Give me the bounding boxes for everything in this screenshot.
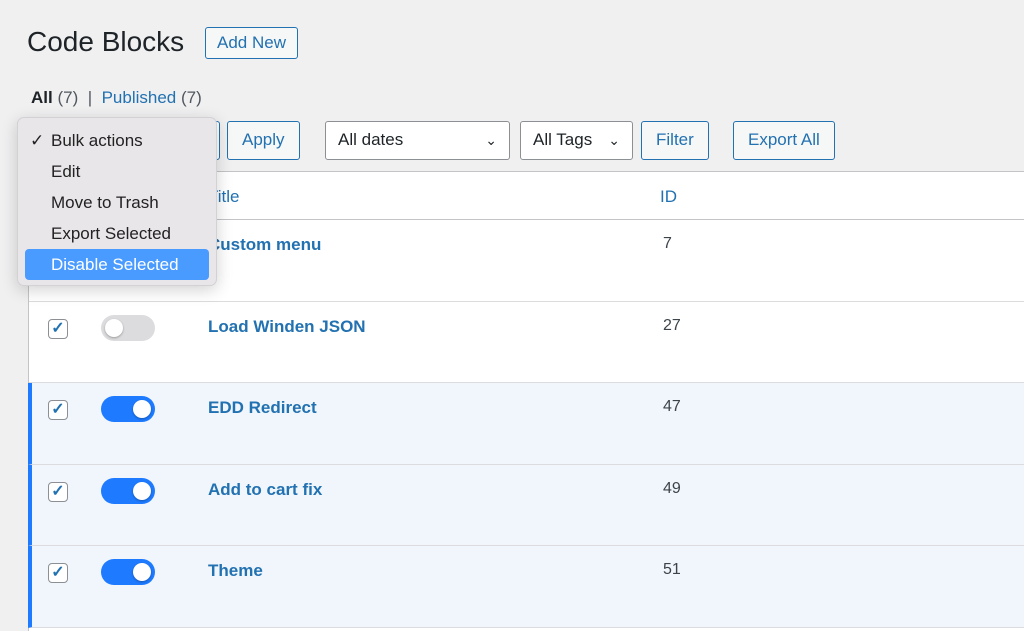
tags-value: All Tags [533, 130, 593, 149]
row-title-link[interactable]: Custom menu [208, 235, 321, 255]
bulk-actions-dropdown: ✓ Bulk actions Edit Move to Trash Export … [17, 117, 217, 286]
row-title-link[interactable]: Load Winden JSON [208, 317, 366, 337]
menu-item-bulk-actions[interactable]: ✓ Bulk actions [25, 125, 209, 156]
published-count: (7) [180, 88, 202, 107]
menu-item-move-to-trash[interactable]: Move to Trash [25, 187, 209, 218]
row-checkbox[interactable]: ✓ [48, 481, 68, 502]
dates-value: All dates [338, 130, 404, 149]
page-title: Code Blocks [27, 26, 185, 57]
row-id: 49 [663, 479, 681, 497]
chevron-down-icon: ⌄ [608, 132, 620, 148]
apply-button[interactable]: Apply [227, 121, 300, 160]
enable-toggle[interactable] [101, 477, 155, 504]
filter-published[interactable]: Published [102, 88, 177, 107]
separator: | [87, 88, 93, 107]
tags-select[interactable]: All Tags ⌄ [520, 121, 633, 160]
enable-toggle[interactable] [101, 314, 155, 341]
menu-item-disable-selected[interactable]: Disable Selected [25, 249, 209, 280]
export-all-button[interactable]: Export All [733, 121, 835, 160]
row-id: 27 [663, 316, 681, 334]
row-title-link[interactable]: EDD Redirect [208, 398, 317, 418]
menu-item-edit[interactable]: Edit [25, 156, 209, 187]
row-title-link[interactable]: Theme [208, 561, 263, 581]
checkmark-icon: ✓ [30, 131, 45, 150]
chevron-down-icon: ⌄ [485, 132, 497, 148]
table-row: ✓ Theme 51 [28, 546, 1024, 628]
table-row: ✓ Load Winden JSON 27 [29, 302, 1024, 383]
table-row: ✓ EDD Redirect 47 [28, 383, 1024, 465]
row-title-link[interactable]: Add to cart fix [208, 480, 322, 500]
filter-all[interactable]: All [31, 88, 53, 107]
row-id: 7 [663, 235, 672, 252]
status-filter: All (7) | Published (7) [31, 88, 202, 108]
filter-button[interactable]: Filter [641, 121, 709, 160]
dates-select[interactable]: All dates ⌄ [325, 121, 510, 160]
table-row: ✓ Add to cart fix 49 [28, 464, 1024, 546]
add-new-button[interactable]: Add New [205, 27, 298, 59]
row-id: 47 [663, 398, 681, 415]
row-checkbox[interactable]: ✓ [48, 400, 68, 420]
all-count: (7) [57, 88, 79, 107]
row-checkbox[interactable]: ✓ [48, 563, 68, 583]
row-id: 51 [663, 561, 681, 578]
enable-toggle[interactable] [101, 396, 155, 422]
menu-item-export-selected[interactable]: Export Selected [25, 218, 209, 249]
menu-item-label: Bulk actions [51, 131, 143, 150]
enable-toggle[interactable] [101, 559, 155, 585]
row-checkbox[interactable]: ✓ [48, 318, 68, 339]
column-id[interactable]: ID [660, 187, 677, 207]
